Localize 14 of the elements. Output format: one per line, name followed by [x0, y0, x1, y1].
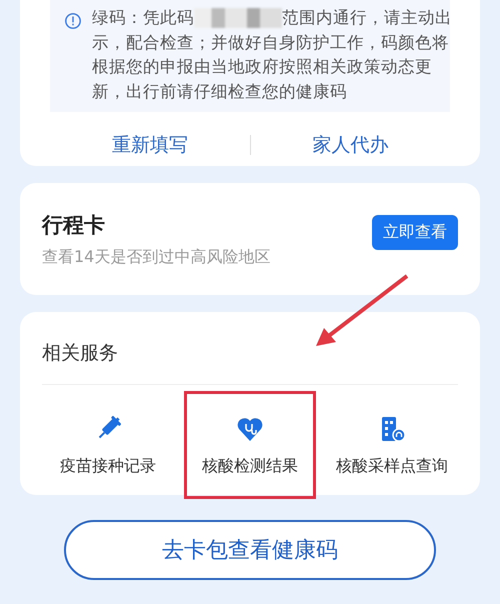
health-code-button[interactable]: 去卡包查看健康码 — [64, 520, 436, 580]
service-item[interactable]: 核酸检测结果 — [184, 391, 316, 499]
service-item[interactable]: 疫苗接种记录 — [42, 391, 174, 499]
section-title: 相关服务 — [42, 341, 119, 366]
service-item[interactable]: 核酸采样点查询 — [326, 391, 458, 499]
notice-text: 示，配合检查；并做好自身防护工作，码颜色将根据您的申报由当地政府按照相关政策动态更新，出行前请仔细检查您的健康码 — [92, 32, 450, 102]
card-subtitle: 查看14天是否到过中高风险地区 — [42, 246, 270, 268]
notice-text: 绿码：凭此码 — [92, 7, 194, 29]
view-button[interactable]: 立即查看 — [372, 214, 458, 250]
action-link[interactable]: 家人代办 — [250, 128, 450, 162]
card-title: 行程卡 — [42, 212, 106, 238]
action-link[interactable]: 重新填写 — [50, 128, 250, 162]
notice-text: 范围内通行，请主动出 — [282, 7, 452, 29]
info-icon — [64, 12, 82, 30]
